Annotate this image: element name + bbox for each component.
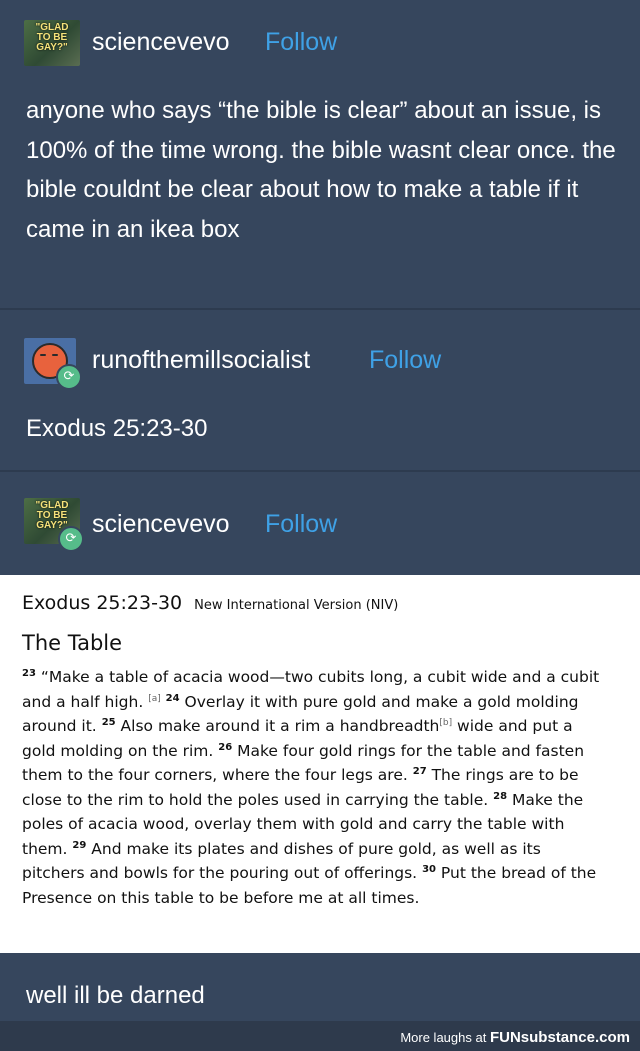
footnote-link[interactable]: [b]: [439, 718, 452, 728]
post-text: Exodus 25:23-30: [26, 415, 208, 442]
verse-number: 27: [412, 765, 427, 777]
follow-button[interactable]: Follow: [265, 28, 337, 57]
verse-number: 30: [422, 863, 436, 875]
username[interactable]: runofthemillsocialist: [92, 346, 310, 375]
bible-reference: Exodus 25:23-30: [22, 592, 183, 614]
verse-number: 29: [72, 839, 87, 851]
username[interactable]: sciencevevo: [92, 28, 230, 57]
avatar[interactable]: "GLAD TO BE GAY?": [24, 20, 80, 66]
post-1-header: "GLAD TO BE GAY?" sciencevevo Follow: [0, 14, 640, 74]
verse-number: 23: [22, 667, 36, 679]
footer-prefix: More laughs at: [400, 1030, 487, 1045]
verse-number: 26: [218, 741, 233, 753]
footer-watermark[interactable]: More laughs at FUNsubstance.com: [400, 1029, 630, 1046]
footer-bar: More laughs at FUNsubstance.com: [0, 1021, 640, 1051]
post-3-header: "GLAD TO BE GAY?" ⟳ sciencevevo Follow: [0, 492, 640, 552]
verse-number: 24: [165, 692, 180, 704]
reblog-icon: ⟳: [56, 364, 82, 390]
username[interactable]: sciencevevo: [92, 510, 230, 539]
post-text: anyone who says “the bible is clear” abo…: [26, 97, 616, 243]
footer-brand: FUNsubstance.com: [489, 1029, 630, 1046]
avatar-text: "GLAD TO BE GAY?": [35, 22, 69, 53]
reblog-icon: ⟳: [58, 526, 84, 552]
divider: [0, 308, 640, 310]
bible-verses: 23 “Make a table of acacia wood—two cubi…: [22, 665, 607, 910]
follow-button[interactable]: Follow: [265, 510, 337, 539]
footnote-link[interactable]: [a]: [148, 693, 161, 703]
verse-text: Also make around it a rim a handbreadth: [120, 717, 440, 735]
eyes-icon: [40, 354, 60, 358]
bible-header: Exodus 25:23-30 New International Versio…: [22, 592, 398, 614]
bible-heading: The Table: [22, 631, 123, 655]
divider: [0, 470, 640, 472]
bible-version: New International Version (NIV): [194, 598, 399, 613]
bible-passage-image: Exodus 25:23-30 New International Versio…: [0, 575, 640, 953]
post-text: well ill be darned: [26, 982, 205, 1009]
post-2-header: ⟳ runofthemillsocialist Follow: [0, 332, 640, 392]
follow-button[interactable]: Follow: [369, 346, 441, 375]
verse-number: 28: [493, 790, 508, 802]
verse-number: 25: [101, 716, 116, 728]
